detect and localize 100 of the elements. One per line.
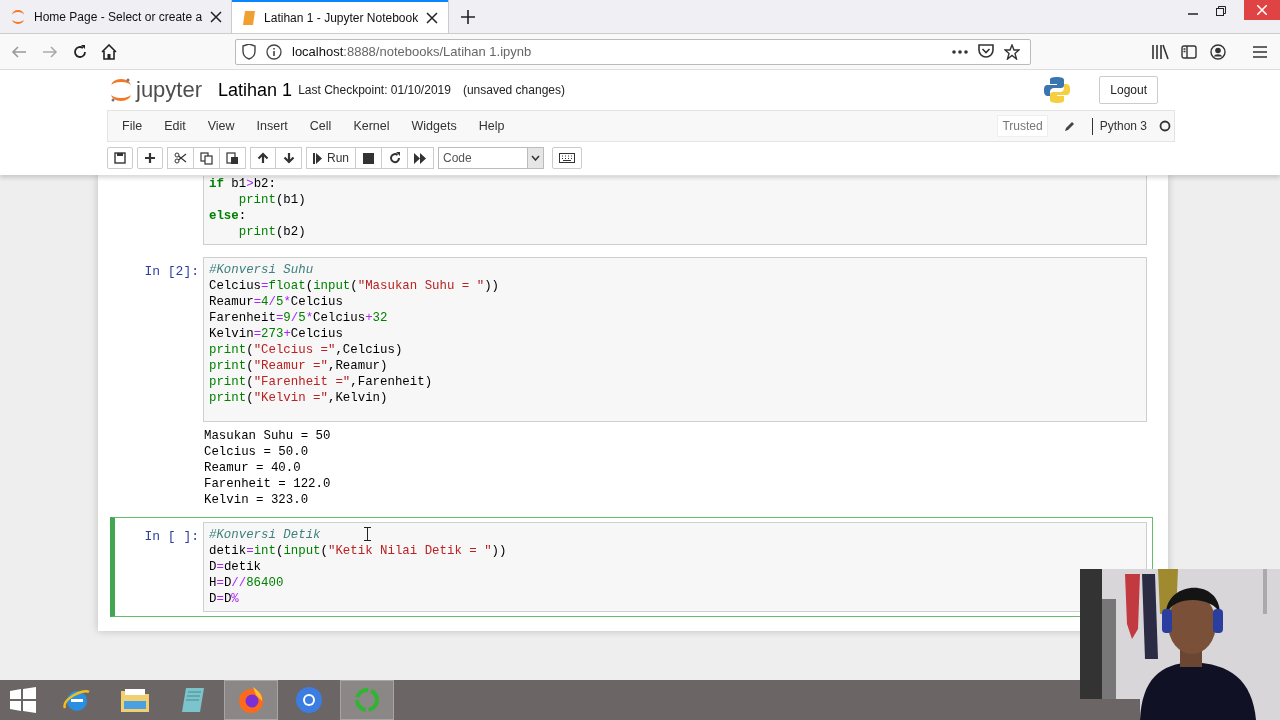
code-line: print("Kelvin =",Kelvin) <box>209 390 388 406</box>
reload-icon[interactable] <box>72 43 88 60</box>
code-line: D=detik <box>209 559 262 575</box>
checkpoint-text: Last Checkpoint: 01/10/2019 <box>298 83 451 97</box>
code-line: Kelvin=273+Celcius <box>209 326 343 342</box>
code-line: print("Reamur =",Reamur) <box>209 358 388 374</box>
paste-button[interactable] <box>220 147 246 169</box>
pencil-icon[interactable] <box>1063 120 1076 132</box>
close-icon[interactable] <box>210 10 223 23</box>
close-icon <box>1257 5 1267 15</box>
code-line: D=D% <box>209 591 239 607</box>
copy-button[interactable] <box>194 147 220 169</box>
stop-icon <box>363 152 374 164</box>
scissors-icon <box>174 152 187 164</box>
restart-button[interactable] <box>382 147 408 169</box>
output-line: Kelvin = 323.0 <box>204 492 309 508</box>
account-icon[interactable] <box>1210 43 1226 60</box>
menu-item[interactable]: Cell <box>300 119 341 133</box>
menu-item[interactable]: Edit <box>155 119 195 133</box>
run-button[interactable]: Run <box>306 147 356 169</box>
browser-tab[interactable]: Home Page - Select or create a <box>0 0 233 33</box>
code-editor[interactable] <box>203 257 1147 422</box>
arrow-down-icon <box>282 152 295 164</box>
fast-forward-icon <box>414 152 427 164</box>
code-line: print(b1) <box>237 192 306 208</box>
paste-icon <box>226 151 239 165</box>
menu-item[interactable]: View <box>198 119 244 133</box>
taskbar-button[interactable] <box>224 680 278 720</box>
code-line: Reamur=4/5*Celcius <box>209 294 343 310</box>
restart-icon <box>388 152 401 164</box>
save-button[interactable] <box>107 147 133 169</box>
keyboard-icon <box>559 153 575 163</box>
kernel-name[interactable]: Python 3 <box>1099 119 1147 133</box>
input-prompt: In [ ]: <box>144 529 199 544</box>
move-up-button[interactable] <box>250 147 276 169</box>
python-logo-icon <box>1043 76 1072 104</box>
home-icon[interactable] <box>101 43 117 60</box>
close-icon[interactable] <box>426 11 439 24</box>
jupyter-logo-icon <box>110 77 132 103</box>
windows-icon <box>10 687 36 713</box>
new-tab-icon[interactable] <box>461 9 476 24</box>
sidebar-icon[interactable] <box>1181 44 1197 59</box>
menu-icon[interactable] <box>1253 45 1267 58</box>
code-line: #Konversi Suhu <box>209 262 314 278</box>
code-line: print("Farenheit =",Farenheit) <box>209 374 433 390</box>
plus-icon <box>144 152 156 164</box>
input-prompt: In [2]: <box>144 264 199 279</box>
notebook-name[interactable]: Latihan 1 <box>218 79 293 101</box>
output-line: Reamur = 40.0 <box>204 460 301 476</box>
menu-item[interactable]: File <box>113 119 152 133</box>
code-line: H=D//86400 <box>209 575 284 591</box>
menu-item[interactable]: Insert <box>247 119 297 133</box>
notebook-icon <box>242 9 257 26</box>
output-line: Masukan Suhu = 50 <box>204 428 331 444</box>
url-field[interactable]: localhost:8888/notebooks/Latihan 1.ipynb <box>235 38 1031 65</box>
code-line: else: <box>209 208 247 224</box>
save-icon <box>114 152 126 164</box>
stop-button[interactable] <box>356 147 382 169</box>
output-line: Celcius = 50.0 <box>204 444 309 460</box>
keyboard-button[interactable] <box>552 147 582 169</box>
output-line: Farenheit = 122.0 <box>204 476 331 492</box>
menu-item[interactable]: Widgets <box>402 119 466 133</box>
code-line: print("Celcius =",Celcius) <box>209 342 403 358</box>
step-icon <box>313 152 322 164</box>
info-icon[interactable] <box>266 43 282 60</box>
pocket-icon[interactable] <box>978 44 994 59</box>
copy-icon <box>200 151 213 165</box>
menu-item[interactable]: Help <box>469 119 514 133</box>
ring-icon <box>353 686 381 714</box>
firefox-icon <box>237 686 265 714</box>
caret-icon <box>531 155 540 161</box>
text-cursor-icon <box>364 527 371 541</box>
move-down-button[interactable] <box>276 147 302 169</box>
arrow-up-icon <box>257 152 269 164</box>
cut-button[interactable] <box>167 147 194 169</box>
folder-icon <box>120 687 150 713</box>
cell-type-dropdown[interactable]: Code <box>438 147 544 169</box>
library-icon[interactable] <box>1151 43 1169 60</box>
code-line: Celcius=float(input("Masukan Suhu = ")) <box>209 278 500 294</box>
trusted-indicator[interactable]: Trusted <box>997 115 1048 137</box>
save-status: (unsaved changes) <box>462 83 565 97</box>
star-icon[interactable] <box>1004 43 1020 60</box>
code-editor[interactable]: if b1>b2: print(b1) else: print(b2) <box>203 176 1147 245</box>
logout-button[interactable]: Logout <box>1099 76 1158 104</box>
menu-item[interactable]: Kernel <box>344 119 399 133</box>
fast-forward-button[interactable] <box>408 147 434 169</box>
code-line: print(b2) <box>237 224 306 240</box>
jupyter-logo-icon <box>10 8 26 25</box>
restore-icon[interactable] <box>1216 6 1226 16</box>
shield-icon <box>242 43 256 60</box>
code-cell[interactable]: In [ ]: #Konversi Detik detik=int(input("Ketik Nilai Detik = ")) D=detik H=D//86400 D=D% <box>110 517 1153 617</box>
code-cell[interactable]: if b1>b2: print(b1) else: print(b2) <box>110 175 1153 250</box>
code-editor[interactable]: #Konversi Detik detik=int(input("Ketik Nilai Detik = ")) D=detik H=D//86400 D=D% <box>203 522 1147 612</box>
close-window-button[interactable] <box>1244 0 1280 20</box>
notepad-icon <box>180 686 206 714</box>
jupyter-logo[interactable]: jupyter <box>110 77 203 103</box>
browser-tab[interactable]: Latihan 1 - Jupyter Notebook <box>232 0 449 33</box>
chrome-icon <box>295 686 323 714</box>
more-icon[interactable] <box>952 49 968 54</box>
add-cell-button[interactable] <box>137 147 163 169</box>
